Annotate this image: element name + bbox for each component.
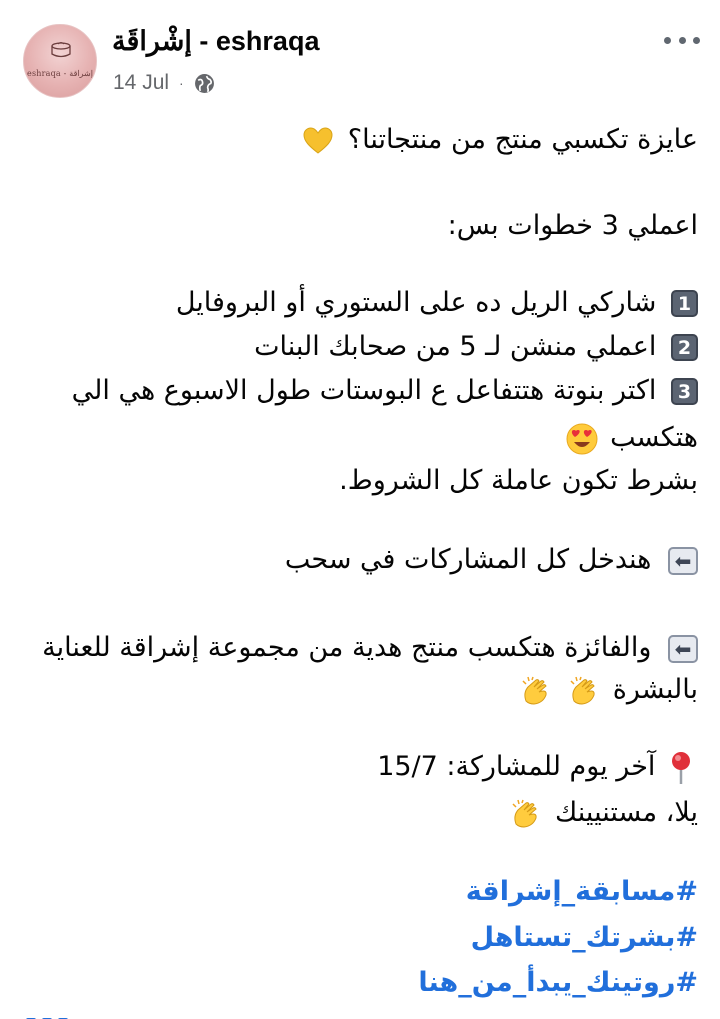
hashtag-link[interactable]: #مسابقة_إشراقة [466,876,698,907]
post-meta: 14 Jul · [113,68,215,98]
deadline-text: آخر يوم للمشاركة: 15/7 [377,751,656,782]
keycap-3-icon: 3 [671,378,698,405]
step-3-continuation: هتكسب [562,416,698,460]
meta-separator: · [179,75,184,91]
yellow-heart-icon [303,126,333,154]
round-pushpin-icon [672,751,690,784]
winner-line: ⬅ والفائزة هتكسب منتج هدية من مجموعة إشر… [42,626,698,670]
left-arrow-icon: ⬅ [668,634,698,663]
steps-title: اعملي 3 خطوات بس: [447,210,698,241]
page-name[interactable]: إشْراقَة - eshraqa [112,26,319,57]
step-3-continuation-text: هتكسب [610,422,698,453]
closing-line: يلا، مستنيينك [506,791,698,835]
step-2-text: اعملي منشن لـ 5 من صحابك البنات [254,331,657,362]
deadline-line: آخر يوم للمشاركة: 15/7 [377,745,698,789]
hashtag-link[interactable]: #بشرتك_تستاهل [471,922,698,953]
post-header: eshraqa - إشراقة إشْراقَة - eshraqa 14 J… [0,0,720,110]
step-1-text: شاركي الريل ده على الستوري أو البروفايل [175,287,657,318]
step-3: 3 اكتر بنوتة هتتفاعل ع البوستات طول الاس… [72,369,698,413]
winner-text-2: بالبشرة [612,674,698,705]
draw-text: هندخل كل المشاركات في سحب [284,544,652,575]
clapping-hands-icon [570,676,595,705]
intro-line: عايزة تكسبي منتج من منتجاتنا؟ [303,118,698,162]
hashtag-line: #مسابقة_إشراقة [466,870,698,914]
hashtag-link[interactable]: #روتينك_يبدأ_من_هنا [418,967,698,998]
step-1: 1 شاركي الريل ده على الستوري أو البروفاي… [176,281,698,325]
post-date[interactable]: 14 Jul [113,71,169,95]
hashtag-line: #بشرتك_تستاهل [471,916,698,960]
closing-text: يلا، مستنيينك [555,797,698,828]
avatar-logo-text: eshraqa - إشراقة [27,69,93,78]
intro-text: عايزة تكسبي منتج من منتجاتنا؟ [347,124,698,155]
draw-line: ⬅ هندخل كل المشاركات في سحب [285,538,698,582]
globe-icon[interactable] [194,73,215,94]
keycap-2-icon: 2 [671,334,698,361]
step-2: 2 اعملي منشن لـ 5 من صحابك البنات [254,325,698,369]
clapping-hands-icon [512,799,538,828]
left-arrow-icon: ⬅ [668,546,698,575]
clapping-hands-icon [522,676,547,705]
winner-text: والفائزة هتكسب منتج هدية من مجموعة إشراق… [42,632,652,663]
cream-jar-icon [51,42,71,58]
page-avatar[interactable]: eshraqa - إشراقة [23,24,97,98]
condition-line: بشرط تكون عاملة كل الشروط. [339,465,698,496]
step-3-text: اكتر بنوتة هتتفاعل ع البوستات طول الاسبو… [71,375,657,406]
hashtag-line: #روتينك_يبدأ_من_هنا [418,961,698,1005]
keycap-1-icon: 1 [671,290,698,317]
cutoff-hashtag-fragment [26,1008,86,1019]
heart-eyes-emoji-icon [566,423,597,454]
more-options-icon[interactable] [664,28,700,52]
winner-line-2: بالبشرة [516,668,698,712]
